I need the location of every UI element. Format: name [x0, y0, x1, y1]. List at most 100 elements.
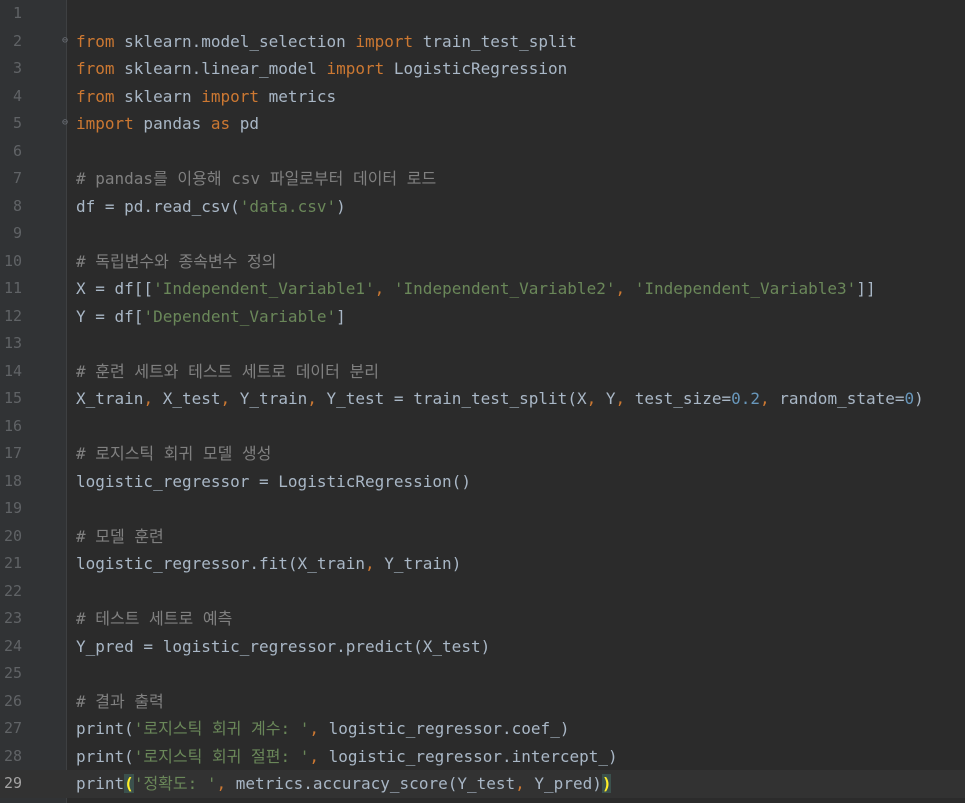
- code-line[interactable]: 16: [0, 413, 965, 441]
- code-token: sklearn: [114, 86, 202, 106]
- code-text[interactable]: from sklearn.linear_model import Logisti…: [76, 55, 567, 83]
- keyword-token: as: [210, 114, 231, 133]
- code-text[interactable]: # 로지스틱 회귀 모델 생성: [76, 440, 271, 468]
- string-token: '정확도: ': [133, 774, 217, 793]
- code-text[interactable]: from sklearn.model_selection import trai…: [76, 28, 577, 56]
- line-number: 14: [3, 361, 22, 380]
- code-line[interactable]: 9: [0, 220, 965, 248]
- string-token: '로지스틱 회귀 절편: ': [133, 746, 310, 766]
- line-number: 16: [3, 416, 22, 435]
- code-text[interactable]: X_train, X_test, Y_train, Y_test = train…: [76, 385, 924, 413]
- code-line[interactable]: 8 df = pd.read_csv('data.csv'): [0, 193, 965, 221]
- code-text[interactable]: print('정확도: ', metrics.accuracy_score(Y_…: [76, 770, 612, 798]
- code-line[interactable]: 5 ⊖ import pandas as pd: [0, 110, 965, 138]
- code-text[interactable]: # 결과 출력: [76, 688, 164, 716]
- punctuation-token: ,: [615, 389, 626, 408]
- code-text[interactable]: logistic_regressor = LogisticRegression(…: [76, 468, 471, 496]
- keyword-token: import: [76, 114, 134, 133]
- code-editor[interactable]: 1 2 ⊖ from sklearn.model_selection import t…: [0, 0, 965, 803]
- line-number: 27: [3, 719, 22, 737]
- code-line[interactable]: 14 # 훈련 세트와 테스트 세트로 데이터 분리: [0, 358, 965, 386]
- number-token: 0: [904, 389, 915, 408]
- code-token: ]]: [856, 279, 876, 298]
- code-line[interactable]: 24 Y_pred = logistic_regressor.predict(X_…: [0, 633, 965, 661]
- code-text[interactable]: df = pd.read_csv('data.csv'): [76, 193, 346, 221]
- code-text[interactable]: print('로지스틱 회귀 계수: ', logistic_regressor…: [76, 715, 569, 743]
- code-token: df = pd.read_csv(: [76, 196, 240, 216]
- string-token: 'Dependent_Variable': [143, 306, 337, 326]
- code-line[interactable]: 3 from sklearn.linear_model import Logist…: [0, 55, 965, 83]
- code-text[interactable]: # 훈련 세트와 테스트 세트로 데이터 분리: [76, 358, 379, 386]
- line-number: 13: [3, 334, 22, 352]
- code-line[interactable]: 25: [0, 660, 965, 688]
- line-number: 24: [3, 636, 22, 655]
- code-line[interactable]: 10 # 독립변수와 종속변수 정의: [0, 248, 965, 276]
- line-number: 3: [12, 59, 22, 77]
- code-text[interactable]: Y_pred = logistic_regressor.predict(X_te…: [76, 633, 490, 661]
- code-line[interactable]: 15 X_train, X_test, Y_train, Y_test = tra…: [0, 385, 965, 413]
- code-text[interactable]: # 테스트 세트로 예측: [76, 605, 232, 633]
- code-text[interactable]: logistic_regressor.fit(X_train, Y_train): [76, 550, 461, 578]
- comment-token: # 테스트 세트로 예측: [76, 609, 233, 628]
- punctuation-token: ,: [760, 389, 770, 408]
- code-token: Y_train): [374, 554, 462, 573]
- keyword-token: import: [355, 31, 414, 51]
- code-line[interactable]: 20 # 모델 훈련: [0, 523, 965, 551]
- string-token: 'Independent_Variable2': [393, 279, 616, 298]
- matched-brace-token: (: [124, 774, 134, 793]
- code-line[interactable]: 1: [0, 0, 965, 28]
- code-token: logistic_regressor.fit(X_train: [76, 554, 365, 573]
- line-number: 12: [3, 306, 22, 325]
- code-line[interactable]: 11 X = df[['Independent_Variable1', 'Inde…: [0, 275, 965, 303]
- code-token: Y = df[: [76, 306, 144, 326]
- code-token: sklearn.linear_model: [114, 59, 327, 78]
- code-line[interactable]: 2 ⊖ from sklearn.model_selection import tr…: [0, 28, 965, 56]
- code-text[interactable]: X = df[['Independent_Variable1', 'Indepe…: [76, 275, 876, 303]
- code-line[interactable]: 4 from sklearn import metrics: [0, 83, 965, 111]
- line-number: 9: [12, 224, 22, 242]
- code-line[interactable]: 6: [0, 138, 965, 166]
- line-number: 18: [3, 471, 22, 490]
- code-text[interactable]: from sklearn import metrics: [76, 83, 336, 111]
- code-line[interactable]: 29 print('정확도: ', metrics.accuracy_score(…: [0, 770, 965, 798]
- code-lines[interactable]: 1 2 ⊖ from sklearn.model_selection import t…: [0, 0, 965, 798]
- line-number: 23: [3, 609, 22, 627]
- code-line[interactable]: 18 logistic_regressor = LogisticRegressio…: [0, 468, 965, 496]
- code-line[interactable]: 23 # 테스트 세트로 예측: [0, 605, 965, 633]
- keyword-token: import: [326, 59, 385, 78]
- fold-marker-icon[interactable]: ⊖: [62, 117, 71, 128]
- code-text[interactable]: Y = df['Dependent_Variable']: [76, 303, 346, 331]
- code-line[interactable]: 28 print('로지스틱 회귀 절편: ', logistic_regress…: [0, 743, 965, 771]
- code-text[interactable]: # pandas를 이용해 csv 파일로부터 데이터 로드: [76, 165, 436, 193]
- matched-brace-token: ): [601, 774, 612, 793]
- code-line[interactable]: 19: [0, 495, 965, 523]
- keyword-token: import: [201, 86, 260, 106]
- code-line[interactable]: 21 logistic_regressor.fit(X_train, Y_trai…: [0, 550, 965, 578]
- fold-marker-icon[interactable]: ⊖: [62, 35, 71, 46]
- code-line[interactable]: 27 print('로지스틱 회귀 계수: ', logistic_regress…: [0, 715, 965, 743]
- code-token: logistic_regressor.coef_): [319, 719, 570, 738]
- code-token: print(: [76, 719, 134, 738]
- code-token: test_size=: [625, 389, 732, 408]
- code-line[interactable]: 12 Y = df['Dependent_Variable']: [0, 303, 965, 331]
- code-text[interactable]: print('로지스틱 회귀 절편: ', logistic_regressor…: [76, 743, 618, 771]
- punctuation-token: ,: [216, 774, 227, 793]
- line-number: 28: [3, 746, 22, 765]
- code-text[interactable]: import pandas as pd: [76, 110, 259, 138]
- comment-token: # 모델 훈련: [76, 526, 164, 546]
- code-line[interactable]: 7 # pandas를 이용해 csv 파일로부터 데이터 로드: [0, 165, 965, 193]
- keyword-token: from: [76, 31, 115, 51]
- code-line[interactable]: 22: [0, 578, 965, 606]
- string-token: 'Independent_Variable1': [153, 279, 375, 298]
- code-line[interactable]: 17 # 로지스틱 회귀 모델 생성: [0, 440, 965, 468]
- code-token: ]: [336, 306, 346, 326]
- code-text[interactable]: # 독립변수와 종속변수 정의: [76, 248, 276, 276]
- code-token: metrics.accuracy_score(Y_test: [226, 774, 516, 793]
- line-number: 8: [12, 196, 22, 215]
- punctuation-token: ,: [615, 279, 626, 298]
- code-line[interactable]: 26 # 결과 출력: [0, 688, 965, 716]
- code-line[interactable]: 13: [0, 330, 965, 358]
- code-token: train_test_split: [413, 31, 577, 51]
- code-text[interactable]: # 모델 훈련: [76, 523, 164, 551]
